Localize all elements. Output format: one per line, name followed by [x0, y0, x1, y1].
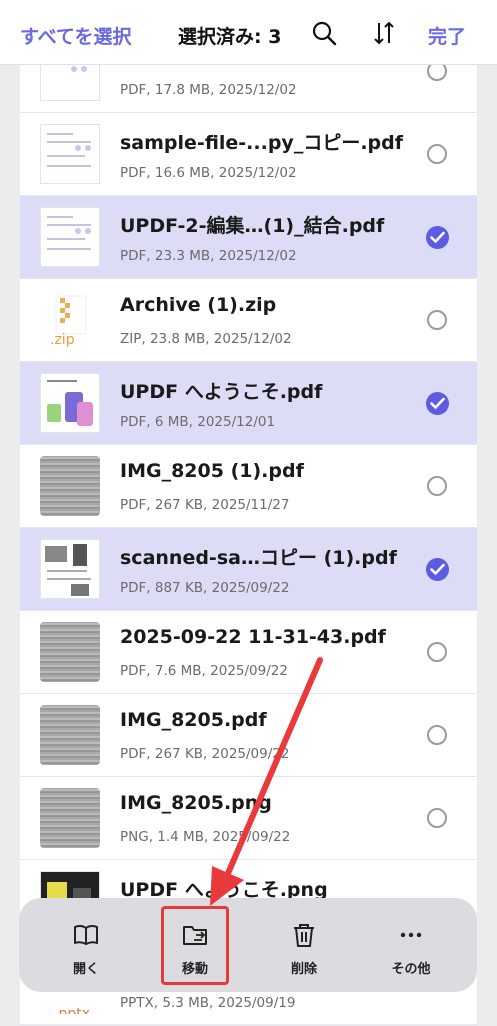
file-meta: PDF, 6 MB, 2025/12/01 [120, 414, 276, 430]
file-name: UPDF-2-編集…(1)_結合.pdf [120, 215, 385, 237]
checkmark-circle-icon[interactable] [426, 558, 449, 581]
image-thumbnail [40, 456, 100, 516]
file-row[interactable]: UPDF へようこそ.pdf PDF, 6 MB, 2025/12/01 [20, 362, 477, 445]
file-meta: PDF, 7.6 MB, 2025/09/22 [120, 663, 288, 679]
trash-icon [291, 922, 317, 948]
file-name: Archive (1).zip [120, 294, 277, 316]
pptx-label: .pptx [54, 1006, 90, 1014]
delete-label: 削除 [290, 962, 317, 977]
file-row[interactable]: sample-file-...py_コピー.pdf PDF, 16.6 MB, … [20, 113, 477, 196]
zip-label: .zip [50, 332, 75, 348]
image-thumbnail [40, 788, 100, 848]
file-name: 2025-09-22 11-31-43.pdf [120, 626, 386, 648]
file-meta: PDF, 267 KB, 2025/11/27 [120, 497, 290, 513]
more-label: その他 [391, 962, 431, 977]
open-button[interactable]: 開く [36, 898, 136, 992]
file-meta: PDF, 23.3 MB, 2025/12/02 [120, 248, 297, 264]
book-icon [73, 922, 99, 948]
bottom-toolbar: 開く 移動 削除 その他 [19, 898, 477, 992]
pdf-thumbnail [40, 207, 100, 267]
file-meta: PDF, 887 KB, 2025/09/22 [120, 580, 290, 596]
selection-count: 選択済み: 3 [178, 26, 282, 48]
file-name: UPDF へようこそ.pdf [120, 381, 323, 403]
unchecked-circle-icon[interactable] [427, 144, 447, 164]
checkmark-circle-icon[interactable] [426, 226, 449, 249]
file-meta: PDF, 17.8 MB, 2025/12/02 [120, 82, 297, 98]
pdf-thumbnail [40, 124, 100, 184]
unchecked-circle-icon[interactable] [427, 642, 447, 662]
pdf-thumbnail [40, 373, 100, 433]
unchecked-circle-icon[interactable] [427, 808, 447, 828]
file-meta: ZIP, 23.8 MB, 2025/12/02 [120, 331, 292, 347]
image-thumbnail [40, 622, 100, 682]
file-row[interactable]: IMG_8205.png PNG, 1.4 MB, 2025/09/22 [20, 777, 477, 860]
file-row[interactable]: UPDF-2-編集…(1)_結合.pdf PDF, 23.3 MB, 2025/… [20, 196, 477, 279]
file-row[interactable]: .zip Archive (1).zip ZIP, 23.8 MB, 2025/… [20, 279, 477, 362]
file-row[interactable]: IMG_8205.pdf PDF, 267 KB, 2025/09/22 [20, 694, 477, 777]
delete-button[interactable]: 削除 [254, 898, 354, 992]
file-row[interactable]: scanned-sa…コピー (1).pdf PDF, 887 KB, 2025… [20, 528, 477, 611]
file-row[interactable]: IMG_8205 (1).pdf PDF, 267 KB, 2025/11/27 [20, 445, 477, 528]
unchecked-circle-icon[interactable] [427, 725, 447, 745]
more-dots-icon [398, 922, 424, 948]
file-name: IMG_8205.pdf [120, 709, 267, 731]
sort-icon[interactable] [371, 20, 397, 46]
unchecked-circle-icon[interactable] [427, 310, 447, 330]
move-highlight-box [161, 906, 229, 985]
file-meta: PDF, 267 KB, 2025/09/22 [120, 746, 290, 762]
zip-file-icon: .zip [40, 290, 100, 350]
top-bar: すべてを選択 選択済み: 3 完了 [0, 0, 497, 65]
file-name: sample-file-...py_コピー.pdf [120, 132, 404, 154]
more-button[interactable]: その他 [361, 898, 461, 992]
open-label: 開く [72, 962, 99, 977]
pdf-thumbnail [40, 539, 100, 599]
search-icon[interactable] [311, 20, 337, 46]
file-row[interactable]: 2025-09-22 11-31-43.pdf PDF, 7.6 MB, 202… [20, 611, 477, 694]
file-name: scanned-sa…コピー (1).pdf [120, 547, 397, 569]
file-name: IMG_8205.png [120, 792, 272, 814]
file-list: PDF, 17.8 MB, 2025/12/02 sample-file-...… [20, 30, 477, 1026]
file-meta: PDF, 16.6 MB, 2025/12/02 [120, 165, 297, 181]
file-meta: PPTX, 5.3 MB, 2025/09/19 [120, 995, 296, 1011]
image-thumbnail [40, 705, 100, 765]
done-button[interactable]: 完了 [428, 22, 466, 49]
file-meta: PNG, 1.4 MB, 2025/09/22 [120, 829, 291, 845]
file-name: IMG_8205 (1).pdf [120, 460, 304, 482]
select-all-button[interactable]: すべてを選択 [20, 22, 132, 49]
checkmark-circle-icon[interactable] [426, 392, 449, 415]
unchecked-circle-icon[interactable] [427, 476, 447, 496]
